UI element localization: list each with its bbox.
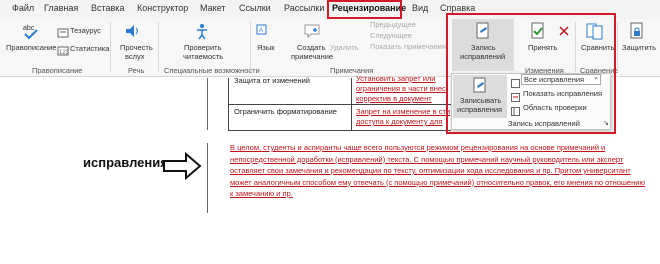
svg-text:abc: abc [23, 25, 35, 32]
protect-button[interactable]: Защитить [622, 43, 656, 52]
callout-label: исправления [83, 155, 168, 170]
new-comment-icon [303, 22, 321, 40]
group-accessibility: Специальные возможности [164, 66, 260, 75]
read-aloud-icon [123, 22, 141, 40]
thesaurus-icon [57, 25, 69, 38]
table-cell-revision: Запрет на изменение в сти [356, 107, 451, 116]
table-border [228, 104, 451, 105]
spelling-button[interactable]: Правописание [6, 43, 56, 52]
tab-view[interactable]: Вид [412, 3, 428, 13]
protect-icon [628, 22, 646, 40]
table-cell-revision: доступа к документу для [356, 117, 443, 126]
check-accessibility-icon [193, 22, 211, 40]
check-accessibility-line2[interactable]: читаемость [183, 52, 223, 61]
tab-references[interactable]: Ссылки [239, 3, 271, 13]
table-cell-revision: ограничения в части внес [356, 84, 446, 93]
review-tab-highlight [327, 0, 402, 19]
table-cell-revision: Установить запрет или [356, 74, 436, 83]
previous-comment-button[interactable]: Предыдущее [370, 20, 416, 29]
tab-insert[interactable]: Вставка [91, 3, 124, 13]
next-comment-button[interactable]: Следующее [370, 31, 412, 40]
statistics-button[interactable]: Статистика [70, 44, 109, 53]
highlight-box [446, 13, 616, 134]
group-speech: Речь [128, 66, 145, 75]
change-bar [207, 143, 208, 213]
change-bar [207, 78, 208, 130]
read-aloud-button-line2[interactable]: вслух [125, 52, 145, 61]
language-button[interactable]: Язык [257, 43, 275, 52]
group-proofing: Правописание [32, 66, 83, 75]
table-border [228, 130, 451, 131]
arrow-right-icon [162, 151, 202, 181]
tab-design[interactable]: Конструктор [137, 3, 188, 13]
thesaurus-button[interactable]: Тезаурус [70, 26, 101, 35]
svg-text:123: 123 [59, 50, 69, 56]
delete-comment-button[interactable]: Удалить [330, 43, 359, 52]
svg-text:A: A [259, 28, 263, 34]
group-separator [250, 22, 251, 72]
table-cell-label: Ограничить форматирование [234, 107, 337, 116]
new-comment-line2[interactable]: примечание [291, 52, 333, 61]
show-comments-button[interactable]: Показать примечания [370, 42, 446, 51]
spelling-icon: abc [22, 22, 40, 40]
group-separator [110, 22, 111, 72]
table-cell-label: Защита от изменений [234, 76, 310, 85]
table-cell-revision: корректив в документ [356, 94, 432, 103]
tab-mailings[interactable]: Рассылки [284, 3, 324, 13]
tab-layout[interactable]: Макет [200, 3, 225, 13]
read-aloud-button-line1[interactable]: Прочесть [120, 43, 153, 52]
tab-home[interactable]: Главная [44, 3, 78, 13]
language-icon: A [256, 24, 270, 38]
revised-paragraph: В целом, студенты и аспиранты чаще всего… [230, 143, 646, 198]
check-accessibility-line1[interactable]: Проверить [184, 43, 222, 52]
statistics-icon: 123 [57, 43, 70, 56]
tab-file[interactable]: Файл [12, 3, 34, 13]
group-separator [158, 22, 159, 72]
tab-help[interactable]: Справка [440, 3, 475, 13]
new-comment-line1[interactable]: Создать [297, 43, 326, 52]
group-separator [617, 22, 618, 72]
